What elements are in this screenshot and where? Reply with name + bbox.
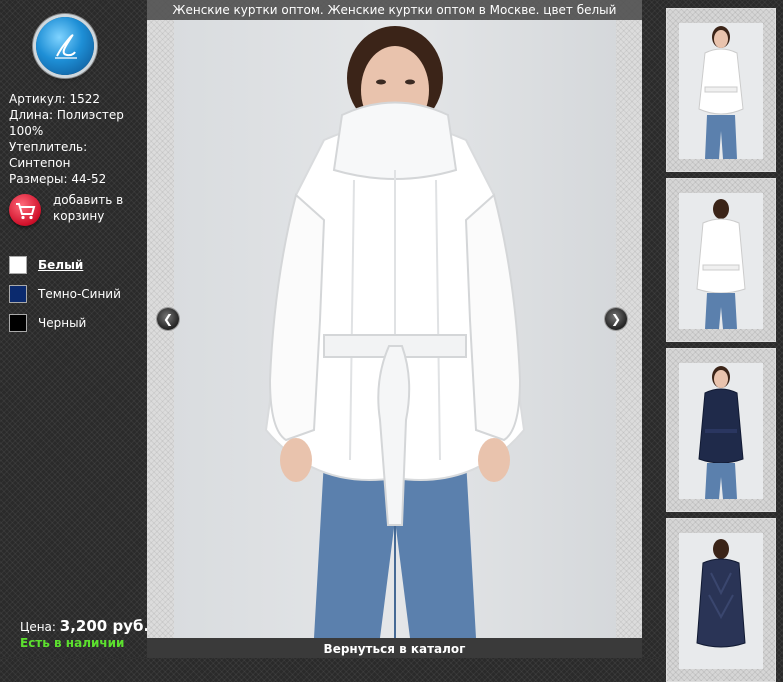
- thumbnail-image: [696, 199, 746, 329]
- product-photo: [174, 20, 616, 638]
- previous-image-button[interactable]: ❮: [157, 308, 179, 330]
- viewer-title: Женские куртки оптом. Женские куртки опт…: [147, 0, 642, 20]
- back-to-catalog-link[interactable]: Вернуться в каталог: [147, 638, 642, 658]
- price: Цена: 3,200 руб.: [20, 617, 149, 635]
- price-label: Цена:: [20, 620, 56, 634]
- color-label: Белый: [38, 258, 84, 272]
- thumbnail-image: [698, 366, 744, 499]
- next-image-button[interactable]: ❯: [605, 308, 627, 330]
- site-logo[interactable]: [36, 17, 94, 75]
- add-to-cart-label: добавить в корзину: [53, 193, 124, 223]
- color-swatch: [9, 256, 27, 274]
- logo-monogram-icon: [55, 34, 77, 59]
- article-text: Артикул: 1522: [9, 92, 101, 106]
- model-white-jacket-image: [264, 26, 526, 638]
- color-swatch: [9, 285, 27, 303]
- thumbnail-image: [698, 26, 744, 159]
- length-text: Длина: Полиэстер 100%: [9, 108, 124, 138]
- chevron-right-icon: ❯: [610, 312, 622, 326]
- stock-status: Есть в наличии: [20, 636, 125, 650]
- shopping-cart-icon: [9, 194, 41, 226]
- thumbnail-white-back[interactable]: [666, 178, 776, 342]
- color-swatch: [9, 314, 27, 332]
- add-to-cart-button[interactable]: добавить в корзину: [9, 192, 139, 226]
- insulation-text: Утеплитель: Синтепон: [9, 140, 88, 170]
- thumbnail-navy-back[interactable]: [666, 518, 776, 682]
- color-label: Темно-Синий: [38, 287, 121, 301]
- thumbnail-navy-front[interactable]: [666, 348, 776, 512]
- chevron-left-icon: ❮: [162, 312, 174, 326]
- price-value: 3,200 руб.: [59, 617, 150, 635]
- image-viewer: Женские куртки оптом. Женские куртки опт…: [147, 0, 642, 658]
- thumbnail-image: [696, 539, 746, 648]
- thumbnail-white-front[interactable]: [666, 8, 776, 172]
- color-label: Черный: [38, 316, 87, 330]
- product-info: Артикул: 1522 Длина: Полиэстер 100% Утеп…: [9, 91, 137, 187]
- sizes-text: Размеры: 44-52: [9, 172, 107, 186]
